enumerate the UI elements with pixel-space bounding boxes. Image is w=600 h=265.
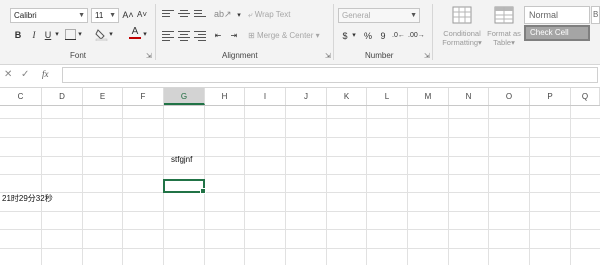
comma-style-button[interactable]: 9 [378,29,388,43]
column-header-e[interactable]: E [83,88,123,105]
fill-handle[interactable] [200,188,206,194]
cell-style-overflow[interactable]: B [591,6,600,24]
column-header-k[interactable]: K [327,88,367,105]
currency-dropdown-icon[interactable]: ▾ [351,29,357,43]
conditional-formatting-button[interactable]: Conditional Formatting▾ [437,4,487,52]
column-header-g[interactable]: G [164,88,205,105]
column-header-n[interactable]: N [449,88,489,105]
column-header-q[interactable]: Q [571,88,600,105]
chevron-down-icon: ▾ [315,31,320,40]
font-size-dropdown[interactable]: 11 ▼ [91,8,119,23]
bottom-align-icon[interactable] [194,10,206,19]
cancel-icon[interactable]: ✕ [4,69,12,80]
number-group-label: Number [365,51,394,60]
font-dialog-launcher-icon[interactable]: ⇲ [146,52,152,60]
column-header-c[interactable]: C [0,88,42,105]
number-dialog-launcher-icon[interactable]: ⇲ [424,52,430,60]
conditional-formatting-label-2: Formatting [442,38,479,47]
enter-icon[interactable]: ✓ [21,69,29,80]
chevron-down-icon: ▼ [109,12,116,19]
font-color-icon[interactable]: A [129,26,141,39]
merge-center-button[interactable]: ⊞ Merge & Center ▾ [248,29,330,43]
chevron-down-icon: ▼ [410,12,417,19]
column-header-h[interactable]: H [205,88,245,105]
column-header-bar: C D E F G H I J K L M N O P Q [0,88,600,106]
underline-button[interactable]: U [42,28,54,42]
wrap-text-label: Wrap Text [254,10,291,19]
orientation-dropdown-icon[interactable]: ▾ [236,9,242,23]
currency-button[interactable]: $ [340,29,350,43]
active-cell-selection[interactable] [163,179,206,194]
cell-grid[interactable] [0,106,600,265]
number-format-value: General [342,11,371,20]
increase-font-size-button[interactable]: A˄ [122,8,134,22]
font-name-value: Calibri [14,11,37,20]
column-header-i[interactable]: I [245,88,286,105]
align-right-icon[interactable] [194,31,206,43]
increase-indent-icon[interactable]: ⇥ [228,29,240,43]
increase-decimal-icon[interactable]: .0← [392,29,405,43]
conditional-formatting-label-1: Conditional [443,29,481,38]
top-align-icon[interactable] [162,10,174,19]
borders-icon[interactable] [64,29,76,44]
formula-bar: ✕ ✓ fx [0,65,600,88]
format-as-table-button[interactable]: Format as Table▾ [486,4,522,52]
column-header-j[interactable]: J [286,88,327,105]
cell-style-check-cell-label: Check Cell [530,28,569,37]
percent-button[interactable]: % [362,29,374,43]
cell-style-normal-label: Normal [529,10,559,20]
column-header-m[interactable]: M [408,88,449,105]
borders-dropdown-icon[interactable]: ▾ [77,28,83,42]
wrap-text-button[interactable]: ⤶ Wrap Text [248,8,298,22]
decrease-indent-icon[interactable]: ⇤ [212,29,224,43]
merge-center-label: Merge & Center [256,31,314,40]
cell-timestamp-text[interactable]: 21时29分32秒 [2,193,53,204]
conditional-formatting-icon [452,6,472,24]
format-as-table-label-1: Format as [487,29,521,38]
orientation-icon[interactable]: ab↗ [214,7,232,21]
formula-input[interactable] [62,67,598,83]
format-as-table-icon [494,6,514,24]
ribbon: Calibri ▼ 11 ▼ A˄ A˅ B I U ▾ ▾ ▾ A ▾ Fon… [0,0,600,65]
align-center-icon[interactable] [178,31,190,43]
font-name-dropdown[interactable]: Calibri ▼ [10,8,88,23]
underline-dropdown-icon[interactable]: ▾ [54,28,60,42]
column-header-l[interactable]: L [367,88,408,105]
wrap-text-icon: ⤶ [248,10,253,19]
chevron-down-icon: ▼ [78,12,85,19]
cell-style-normal[interactable]: Normal [524,6,590,24]
insert-function-icon[interactable]: fx [42,69,49,79]
column-header-d[interactable]: D [42,88,83,105]
italic-button[interactable]: I [28,28,40,42]
font-group-label: Font [70,51,87,60]
fill-color-icon[interactable] [94,28,108,45]
merge-icon: ⊞ [248,31,255,40]
decrease-decimal-icon[interactable]: .00→ [408,29,425,43]
chevron-down-icon: ▾ [478,38,482,47]
column-header-o[interactable]: O [489,88,530,105]
font-size-value: 11 [95,11,104,20]
chevron-down-icon: ▾ [511,38,515,47]
cell-g-text[interactable]: stfgjnf [171,155,192,164]
middle-align-icon[interactable] [178,10,190,19]
fill-color-dropdown-icon[interactable]: ▾ [108,28,114,42]
alignment-dialog-launcher-icon[interactable]: ⇲ [325,52,331,60]
format-as-table-label-2: Table [493,38,512,47]
font-color-dropdown-icon[interactable]: ▾ [142,28,148,42]
bold-button[interactable]: B [12,28,24,42]
align-left-icon[interactable] [162,31,174,43]
column-header-f[interactable]: F [123,88,164,105]
number-format-dropdown[interactable]: General ▼ [338,8,420,23]
decrease-font-size-button[interactable]: A˅ [136,8,148,22]
alignment-group-label: Alignment [222,51,258,60]
column-header-p[interactable]: P [530,88,571,105]
cell-style-overflow-label: B [593,10,599,19]
cell-style-check-cell[interactable]: Check Cell [524,25,590,41]
